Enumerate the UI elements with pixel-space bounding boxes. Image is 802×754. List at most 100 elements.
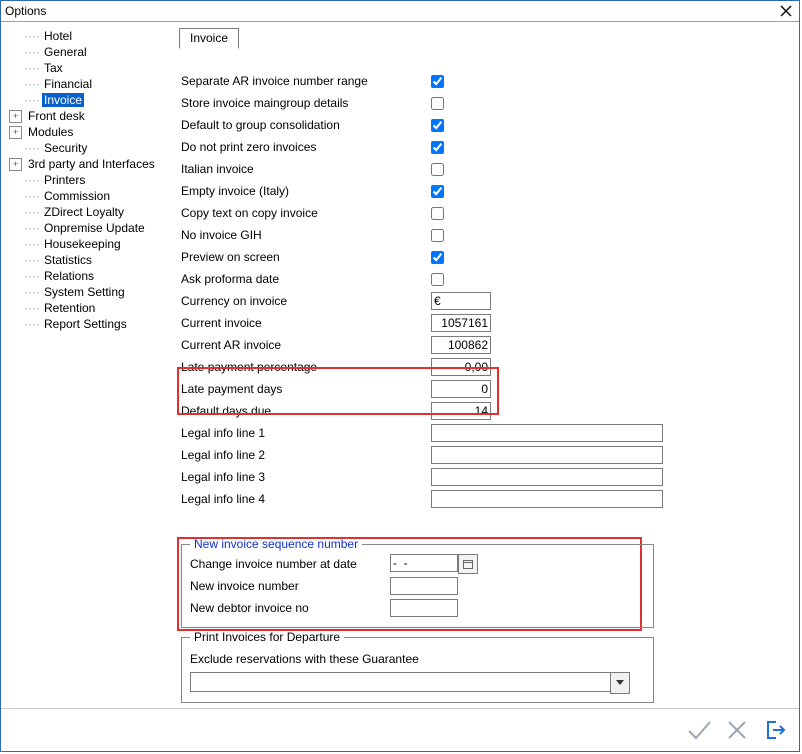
expand-icon[interactable]: + xyxy=(9,158,22,171)
tree-item-label: 3rd party and Interfaces xyxy=(26,157,157,171)
tree-item-housekeeping[interactable]: ····Housekeeping xyxy=(7,236,167,252)
current-ar-invoice-input[interactable] xyxy=(431,336,491,354)
expand-icon[interactable]: + xyxy=(9,110,22,123)
tree-item-retention[interactable]: ····Retention xyxy=(7,300,167,316)
legal-info-1-input[interactable] xyxy=(431,424,663,442)
preview-checkbox[interactable] xyxy=(431,251,444,264)
tree-item-label: Financial xyxy=(42,77,94,91)
tree-item-commission[interactable]: ····Commission xyxy=(7,188,167,204)
tree-item-statistics[interactable]: ····Statistics xyxy=(7,252,167,268)
late-payment-days-label: Late payment days xyxy=(181,382,431,396)
tab-invoice[interactable]: Invoice xyxy=(179,28,239,49)
legal-info-3-label: Legal info line 3 xyxy=(181,470,431,484)
tree-item-system-setting[interactable]: ····System Setting xyxy=(7,284,167,300)
no_zero-checkbox[interactable] xyxy=(431,141,444,154)
calendar-icon xyxy=(463,559,473,569)
legal-info-4-input[interactable] xyxy=(431,490,663,508)
new-sequence-group: New invoice sequence number Change invoi… xyxy=(181,537,654,628)
tree-item-label: System Setting xyxy=(42,285,127,299)
current-invoice-input[interactable] xyxy=(431,314,491,332)
tree-item-modules[interactable]: + Modules xyxy=(7,124,167,140)
change-date-input[interactable] xyxy=(390,554,458,572)
default-days-due-input[interactable] xyxy=(431,402,491,420)
tree-item-label: Commission xyxy=(42,189,112,203)
tree-item-label: ZDirect Loyalty xyxy=(42,205,126,219)
copy_text-checkbox[interactable] xyxy=(431,207,444,220)
expand-icon[interactable]: + xyxy=(9,126,22,139)
default_group-label: Default to group consolidation xyxy=(181,118,431,132)
content-area: Invoice Separate AR invoice number range… xyxy=(167,22,799,708)
no_zero-label: Do not print zero invoices xyxy=(181,140,431,154)
tree-item-general[interactable]: ····General xyxy=(7,44,167,60)
store_maingroup-label: Store invoice maingroup details xyxy=(181,96,431,110)
tree-item-3rd-party-and-interfaces[interactable]: +3rd party and Interfaces xyxy=(7,156,167,172)
window-title: Options xyxy=(5,4,777,18)
tree-indent xyxy=(9,31,20,42)
ask_proforma-checkbox[interactable] xyxy=(431,273,444,286)
exit-icon xyxy=(763,718,787,742)
legal-info-4-label: Legal info line 4 xyxy=(181,492,431,506)
tree-item-tax[interactable]: ····Tax xyxy=(7,60,167,76)
late-payment-pct-input[interactable] xyxy=(431,358,491,376)
tree-indent xyxy=(9,63,20,74)
exit-button[interactable] xyxy=(761,716,789,744)
legal-info-3-input[interactable] xyxy=(431,468,663,486)
empty_italy-label: Empty invoice (Italy) xyxy=(181,184,431,198)
titlebar: Options xyxy=(1,1,799,22)
tree-indent xyxy=(9,223,20,234)
legal-info-1-label: Legal info line 1 xyxy=(181,426,431,440)
tree-item-relations[interactable]: ····Relations xyxy=(7,268,167,284)
current-invoice-label: Current invoice xyxy=(181,316,431,330)
options-tree[interactable]: ····Hotel····General····Tax····Financial… xyxy=(1,22,167,708)
tree-item-printers[interactable]: ····Printers xyxy=(7,172,167,188)
exclude-guarantee-dropdown[interactable] xyxy=(190,672,630,694)
close-button[interactable] xyxy=(777,3,795,19)
new-debtor-no-input[interactable] xyxy=(390,599,458,617)
default_group-checkbox[interactable] xyxy=(431,119,444,132)
tree-item-label: Modules xyxy=(26,125,75,139)
check-icon xyxy=(686,719,712,741)
late-payment-days-input[interactable] xyxy=(431,380,491,398)
tree-indent xyxy=(9,207,20,218)
new-sequence-legend: New invoice sequence number xyxy=(190,537,362,551)
tree-indent xyxy=(9,79,20,90)
tree-item-report-settings[interactable]: ····Report Settings xyxy=(7,316,167,332)
chevron-down-icon xyxy=(616,680,624,686)
separate_ar-label: Separate AR invoice number range xyxy=(181,74,431,88)
tree-indent xyxy=(9,95,20,106)
tree-item-onpremise-update[interactable]: ····Onpremise Update xyxy=(7,220,167,236)
no_gih-checkbox[interactable] xyxy=(431,229,444,242)
ok-button[interactable] xyxy=(685,716,713,744)
current-ar-invoice-label: Current AR invoice xyxy=(181,338,431,352)
tree-item-invoice[interactable]: ····Invoice xyxy=(7,92,167,108)
dropdown-button[interactable] xyxy=(610,672,630,694)
tree-item-label: Relations xyxy=(42,269,96,283)
footer-toolbar xyxy=(1,708,799,751)
date-picker-button[interactable] xyxy=(458,554,478,574)
separate_ar-checkbox[interactable] xyxy=(431,75,444,88)
legal-info-2-input[interactable] xyxy=(431,446,663,464)
ask_proforma-label: Ask proforma date xyxy=(181,272,431,286)
late-payment-pct-label: Late payment percentage xyxy=(181,360,431,374)
store_maingroup-checkbox[interactable] xyxy=(431,97,444,110)
tree-item-financial[interactable]: ····Financial xyxy=(7,76,167,92)
tree-item-front-desk[interactable]: + Front desk xyxy=(7,108,167,124)
tree-item-zdirect-loyalty[interactable]: ····ZDirect Loyalty xyxy=(7,204,167,220)
default-days-due-label: Default days due xyxy=(181,404,431,418)
tree-indent xyxy=(9,175,20,186)
currency-input[interactable] xyxy=(431,292,491,310)
exclude-guarantee-input[interactable] xyxy=(190,672,610,692)
tree-item-security[interactable]: ····Security xyxy=(7,140,167,156)
tree-indent xyxy=(9,239,20,250)
tree-indent xyxy=(9,191,20,202)
tree-indent xyxy=(9,287,20,298)
invoice-panel: Separate AR invoice number range Store in… xyxy=(179,46,779,708)
tree-item-hotel[interactable]: ····Hotel xyxy=(7,28,167,44)
tree-item-label: Housekeeping xyxy=(42,237,123,251)
no_gih-label: No invoice GIH xyxy=(181,228,431,242)
cancel-button[interactable] xyxy=(723,716,751,744)
new-invoice-no-input[interactable] xyxy=(390,577,458,595)
italian-checkbox[interactable] xyxy=(431,163,444,176)
empty_italy-checkbox[interactable] xyxy=(431,185,444,198)
tree-item-label: Front desk xyxy=(26,109,87,123)
